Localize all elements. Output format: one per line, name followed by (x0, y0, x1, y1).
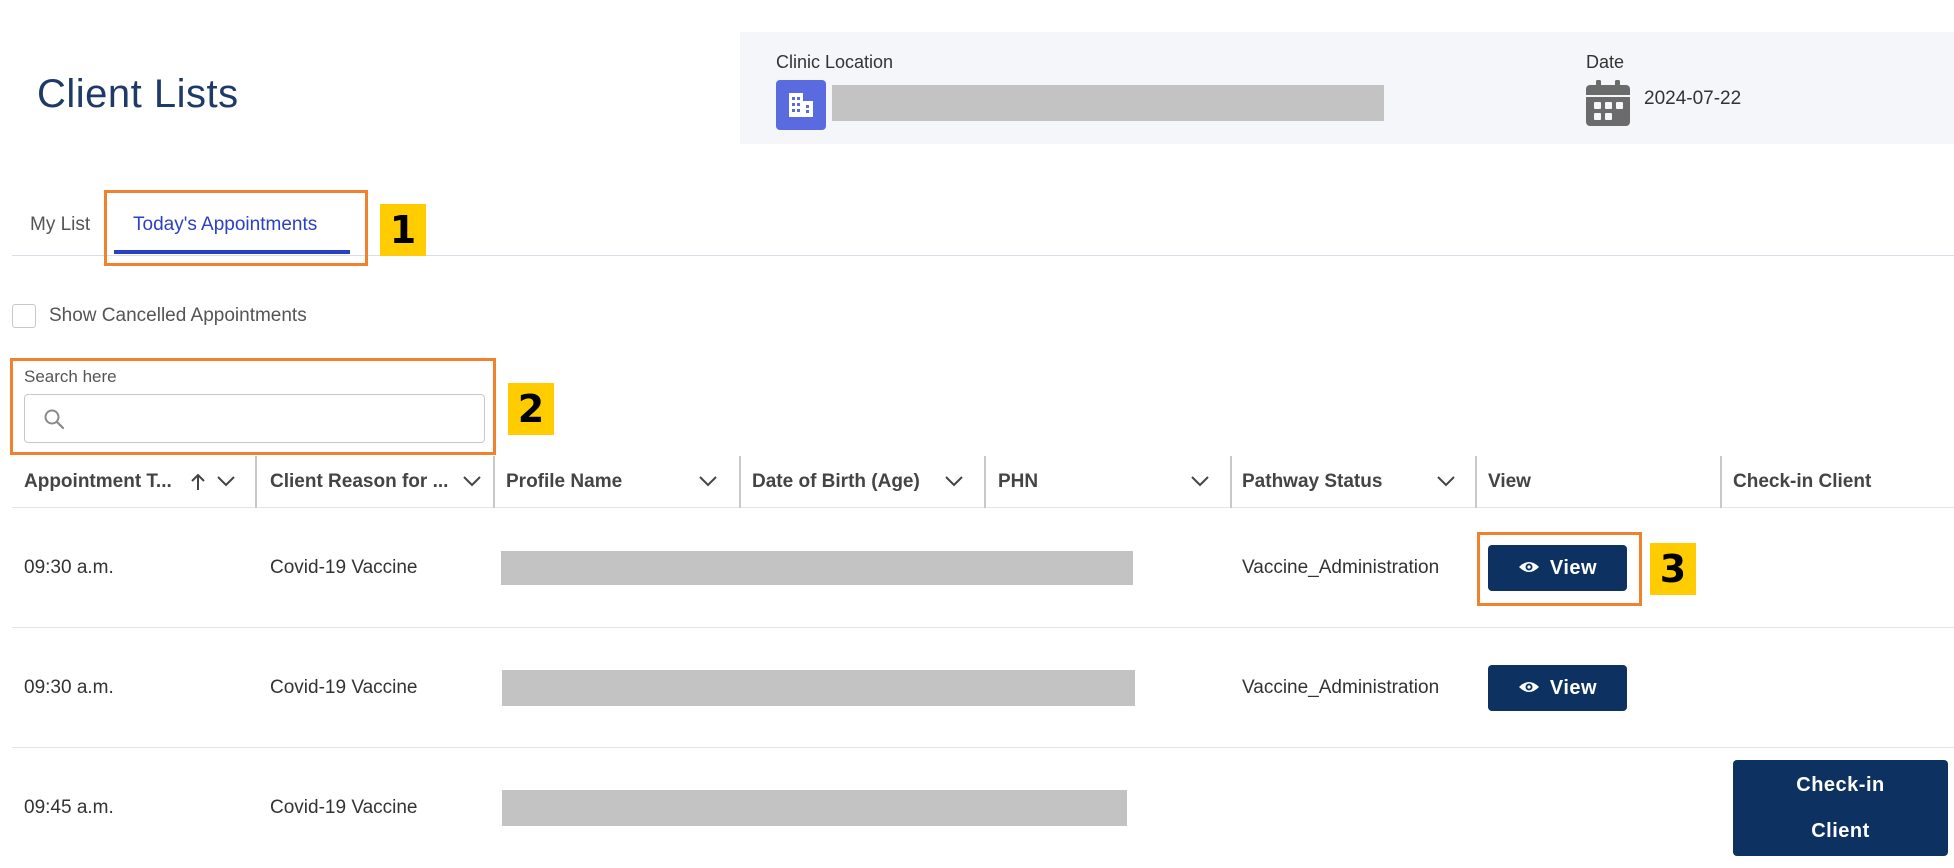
table-header: Appointment T... Client Reason for ... P… (12, 456, 1954, 508)
search-label: Search here (24, 367, 117, 386)
appointments-table: Appointment T... Client Reason for ... P… (12, 456, 1954, 868)
check-in-button-label-line2: Client (1811, 820, 1870, 842)
check-in-button-label-line1: Check-in (1796, 774, 1885, 796)
chevron-down-icon[interactable] (462, 474, 482, 493)
date-value: 2024-07-22 (1644, 88, 1742, 109)
chevron-down-icon[interactable] (1190, 474, 1210, 493)
appointment-time-cell: 09:30 a.m. (24, 557, 114, 578)
column-header-profile-name[interactable]: Profile Name (506, 456, 622, 508)
tab-my-list[interactable]: My List (30, 214, 90, 236)
search-icon (43, 408, 65, 435)
column-header-appointment-time[interactable]: Appointment T... (24, 456, 172, 508)
profile-name-redacted (501, 551, 1133, 585)
calendar-icon (1586, 80, 1630, 126)
column-header-date-of-birth[interactable]: Date of Birth (Age) (752, 456, 920, 508)
callout-badge-3: 3 (1650, 543, 1696, 595)
chevron-down-icon[interactable] (698, 474, 718, 493)
chevron-down-icon[interactable] (216, 474, 236, 493)
building-icon (776, 80, 826, 130)
column-resize-handle[interactable] (1475, 456, 1477, 508)
show-cancelled-row: Show Cancelled Appointments (12, 304, 307, 328)
column-resize-handle[interactable] (1230, 456, 1232, 508)
check-in-client-button[interactable]: Check-in Client (1733, 760, 1948, 856)
view-button[interactable]: View (1488, 665, 1627, 711)
column-header-view: View (1488, 471, 1531, 492)
client-reason-cell: Covid-19 Vaccine (270, 557, 418, 578)
pathway-status-cell: Vaccine_Administration (1242, 557, 1440, 578)
column-header-check-in-client: Check-in Client (1733, 471, 1872, 492)
date-label: Date (1586, 52, 1625, 72)
profile-name-redacted (502, 790, 1127, 826)
column-header-pathway-status[interactable]: Pathway Status (1242, 456, 1382, 508)
profile-name-redacted (502, 670, 1135, 706)
callout-badge-1: 1 (380, 204, 426, 256)
chevron-down-icon[interactable] (1436, 474, 1456, 493)
clinic-location-label: Clinic Location (776, 52, 894, 72)
show-cancelled-checkbox[interactable] (12, 304, 36, 328)
page-title: Client Lists (37, 72, 239, 116)
search-box[interactable] (24, 394, 485, 443)
sort-ascending-icon[interactable] (190, 472, 206, 497)
column-header-client-reason[interactable]: Client Reason for ... (270, 456, 448, 508)
clinic-location-value-redacted (832, 85, 1384, 121)
callout-badge-2: 2 (508, 383, 554, 435)
show-cancelled-label: Show Cancelled Appointments (49, 305, 307, 326)
column-resize-handle[interactable] (493, 456, 495, 508)
table-row: 09:45 a.m. Covid-19 Vaccine Check-in Cli… (12, 748, 1954, 868)
clinic-info-panel: Clinic Location Date 2024-07-22 (740, 32, 1954, 144)
column-header-phn[interactable]: PHN (998, 456, 1038, 508)
column-resize-handle[interactable] (739, 456, 741, 508)
column-resize-handle[interactable] (984, 456, 986, 508)
view-button-label: View (1549, 676, 1598, 699)
pathway-status-cell: Vaccine_Administration (1242, 677, 1440, 698)
column-resize-handle[interactable] (255, 456, 257, 508)
client-reason-cell: Covid-19 Vaccine (270, 797, 418, 818)
appointment-time-cell: 09:45 a.m. (24, 797, 114, 818)
callout-box-3 (1477, 532, 1642, 606)
appointment-time-cell: 09:30 a.m. (24, 677, 114, 698)
chevron-down-icon[interactable] (944, 474, 964, 493)
client-reason-cell: Covid-19 Vaccine (270, 677, 418, 698)
eye-icon (1518, 677, 1540, 700)
callout-box-1 (104, 190, 368, 266)
search-input[interactable] (75, 395, 475, 442)
table-row: 09:30 a.m. Covid-19 Vaccine Vaccine_Admi… (12, 628, 1954, 748)
column-resize-handle[interactable] (1720, 456, 1722, 508)
